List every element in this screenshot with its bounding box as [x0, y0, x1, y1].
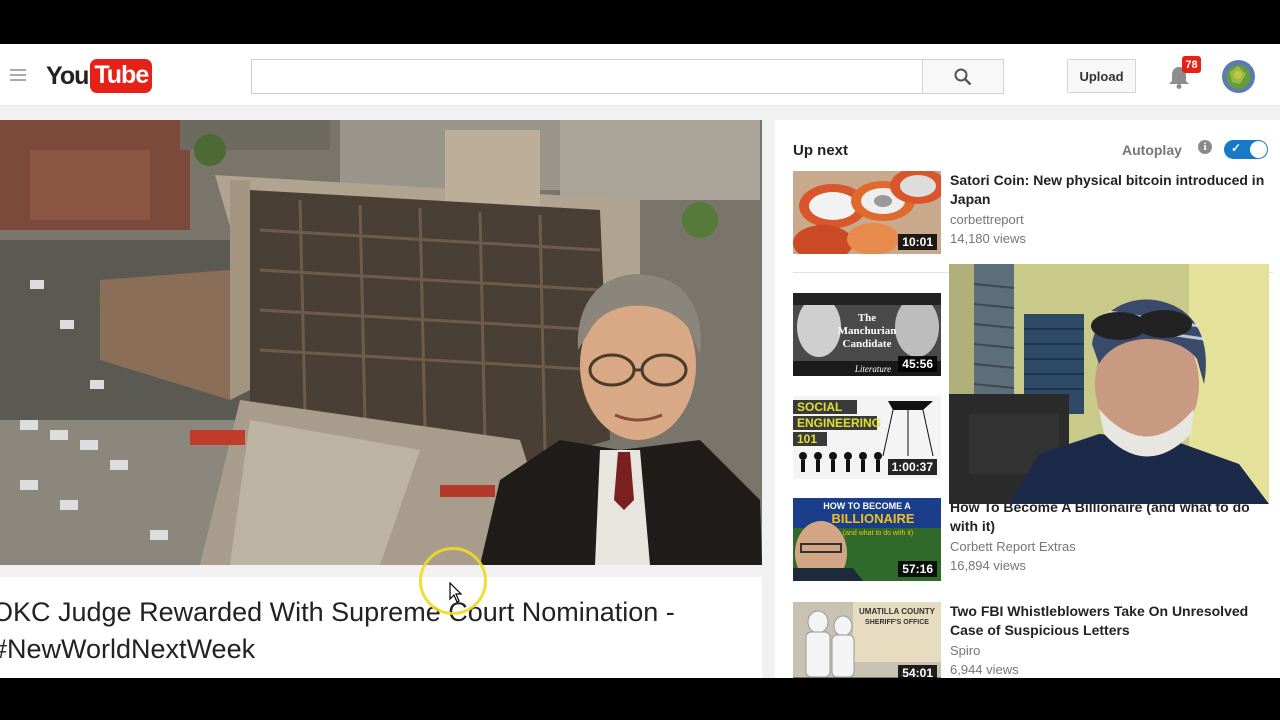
mouse-pointer-icon: [449, 582, 463, 603]
thumb-text: BILLIONAIRE: [831, 511, 914, 526]
video-item-views: 14,180 views: [950, 231, 1026, 246]
notification-count-badge: 78: [1182, 56, 1201, 73]
upload-button[interactable]: Upload: [1067, 59, 1136, 93]
logo-text-you: You: [46, 61, 89, 90]
video-item-title[interactable]: Satori Coin: New physical bitcoin introd…: [950, 171, 1272, 209]
youtube-logo[interactable]: You Tube: [46, 59, 153, 93]
video-duration: 45:56: [898, 356, 937, 372]
thumb-text: Candidate: [843, 338, 892, 350]
autoplay-toggle[interactable]: ✓: [1224, 140, 1268, 159]
video-item-title[interactable]: Two FBI Whistleblowers Take On Unresolve…: [950, 602, 1272, 640]
letterbox-top: [0, 0, 1280, 44]
video-duration: 1:00:37: [887, 459, 937, 475]
video-title-card: OKC Judge Rewarded With Supreme Court No…: [0, 577, 762, 678]
guide-menu-icon[interactable]: [10, 69, 26, 81]
thumb-text: The: [858, 312, 876, 324]
webcam-overlay: [949, 264, 1269, 504]
video-duration: 10:01: [898, 234, 937, 250]
browser-viewport: You Tube Upload 78 OKC Judge Rewarded Wi…: [0, 44, 1280, 678]
video-item-views: 16,894 views: [950, 558, 1026, 573]
social-engineering-thumbnail[interactable]: SOCIAL ENGINEERING 101 1:00:37: [793, 396, 941, 479]
thumb-text: HOW TO BECOME A: [823, 501, 911, 511]
video-item-views: 6,944 views: [950, 662, 1019, 677]
thumb-text: Manchurian: [838, 325, 897, 337]
autoplay-label: Autoplay: [1122, 142, 1182, 158]
thumb-text: SHERIFF'S OFFICE: [865, 619, 929, 626]
manchurian-candidate-thumbnail[interactable]: The Manchurian Candidate Literature 45:5…: [793, 293, 941, 376]
info-icon[interactable]: i: [1198, 140, 1212, 154]
thumb-text: 101: [797, 432, 817, 446]
video-item-channel: corbettreport: [950, 212, 1024, 227]
thumb-text: (and what to do with it): [843, 530, 913, 537]
logo-text-tube: Tube: [90, 59, 153, 93]
account-avatar[interactable]: [1222, 60, 1255, 93]
search-button[interactable]: [922, 59, 1004, 94]
billionaire-thumbnail[interactable]: HOW TO BECOME A BILLIONAIRE (and what to…: [793, 498, 941, 581]
cursor-highlight-ring: [419, 547, 487, 615]
video-list-item[interactable]: 10:01 Satori Coin: New physical bitcoin …: [793, 171, 1273, 265]
letterbox-bottom: [0, 678, 1280, 720]
video-player[interactable]: [0, 120, 762, 565]
toggle-knob: [1250, 141, 1267, 158]
video-duration: 54:01: [898, 665, 937, 678]
search-icon: [954, 68, 972, 85]
video-frame-image: [0, 120, 762, 565]
check-icon: ✓: [1231, 141, 1242, 155]
thumb-text: ENGINEERING: [797, 416, 881, 430]
thumb-text: SOCIAL: [797, 400, 842, 414]
video-list-item[interactable]: UMATILLA COUNTY SHERIFF'S OFFICE 54:01 T…: [793, 602, 1273, 678]
video-item-channel: Corbett Report Extras: [950, 539, 1076, 554]
thumb-caption: Literature: [854, 364, 891, 374]
poker-chips-thumbnail[interactable]: 10:01: [793, 171, 941, 254]
search-input[interactable]: [251, 59, 923, 94]
thumb-text: UMATILLA COUNTY: [859, 607, 936, 616]
masthead: You Tube Upload 78: [0, 44, 1280, 106]
up-next-heading: Up next: [793, 142, 849, 159]
video-title: OKC Judge Rewarded With Supreme Court No…: [0, 597, 675, 664]
video-item-channel: Spiro: [950, 643, 981, 658]
fbi-letters-thumbnail[interactable]: UMATILLA COUNTY SHERIFF'S OFFICE 54:01: [793, 602, 941, 678]
video-duration: 57:16: [898, 561, 937, 577]
video-list-item[interactable]: HOW TO BECOME A BILLIONAIRE (and what to…: [793, 498, 1273, 592]
